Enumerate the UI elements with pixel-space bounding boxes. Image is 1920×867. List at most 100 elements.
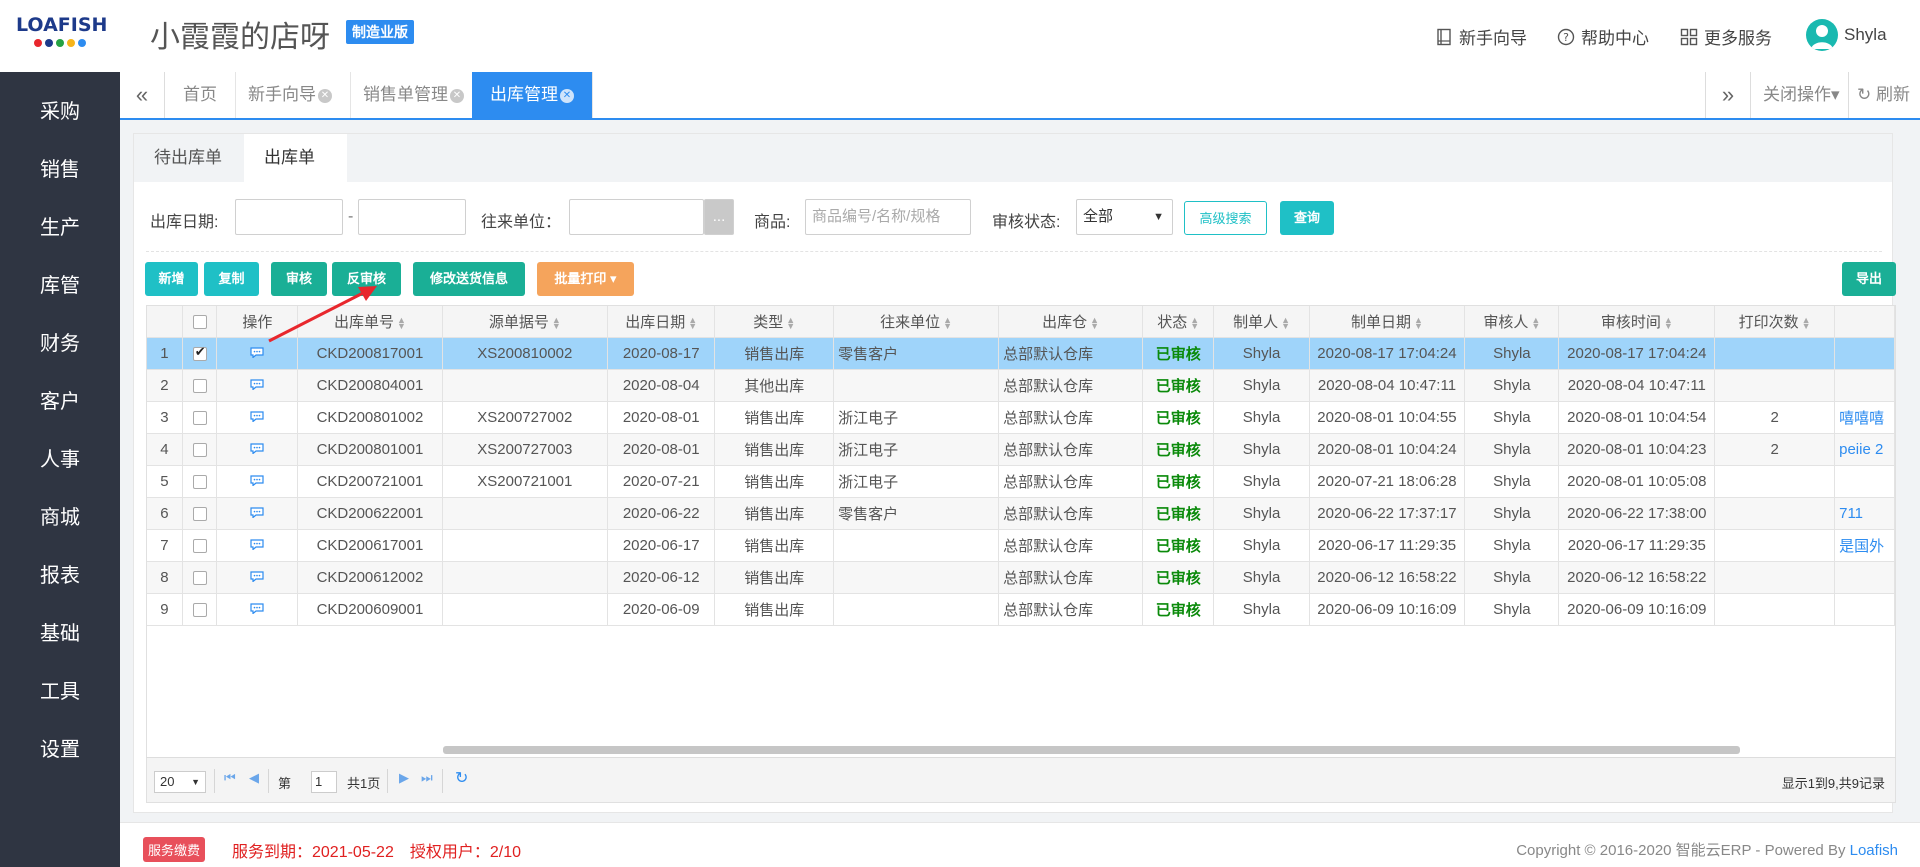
table-row[interactable]: 5 CKD200721001 XS200721001 2020-07-21 销售出库 浙江… — [147, 465, 1895, 498]
user-menu[interactable]: Shyla — [1806, 19, 1887, 51]
comment-icon[interactable] — [250, 410, 265, 422]
col-header-audit-time[interactable]: 审核时间 ▲ ▼ — [1558, 306, 1716, 338]
audit-button[interactable]: 审核 — [271, 262, 327, 296]
subtab-outbound-orders[interactable]: 出库单 — [244, 134, 347, 182]
table-row[interactable]: 4 CKD200801001 XS200727003 2020-08-01 销售出库 浙江… — [147, 433, 1895, 466]
partner-picker-button[interactable]: ... — [704, 199, 734, 235]
close-tab-icon[interactable]: ✕ — [318, 88, 332, 103]
row-checkbox[interactable] — [192, 442, 207, 457]
table-row[interactable]: 1 CKD200817001XS2008100022020-08-17销售出库零售… — [147, 337, 1895, 370]
col-header-print-count[interactable]: 打印次数 ▲ ▼ — [1714, 306, 1836, 338]
first-page-icon[interactable]: ⏮ — [224, 770, 236, 786]
comment-icon[interactable] — [250, 570, 265, 582]
unaudit-button[interactable]: 反审核 — [332, 262, 401, 296]
table-row[interactable]: 9 CKD200609001 2020-06-09 销售出库 总部默认仓库 已审核 Shyl… — [147, 593, 1895, 626]
comment-icon[interactable] — [250, 602, 265, 614]
help-link[interactable]: ? 帮助中心 — [1557, 24, 1649, 49]
next-page-icon[interactable]: ▶ — [399, 770, 409, 786]
page-tab[interactable]: 出库管理 ✕ — [472, 72, 593, 118]
row-select-cell[interactable] — [182, 401, 218, 434]
audit-status-select[interactable]: 全部 ▼ — [1076, 199, 1173, 235]
tabs-scroll-right-button[interactable]: » — [1705, 72, 1750, 118]
row-select-cell[interactable] — [182, 497, 218, 530]
row-select-cell[interactable] — [182, 465, 218, 498]
select-all-checkbox[interactable] — [192, 314, 207, 329]
sidebar-item[interactable]: 商城 — [0, 489, 120, 547]
col-header-partner[interactable]: 往来单位 ▲ ▼ — [833, 306, 1000, 338]
date-from-input[interactable] — [235, 199, 343, 235]
batch-print-dropdown[interactable]: 批量打印 ▾ — [537, 262, 634, 296]
refresh-button[interactable]: ↻ 刷新 — [1848, 72, 1920, 118]
guide-link[interactable]: 新手向导 — [1435, 24, 1527, 49]
close-tab-icon[interactable]: ✕ — [560, 88, 574, 103]
sidebar-item[interactable]: 销售 — [0, 141, 120, 199]
subtab-pending-outbound[interactable]: 待出库单 — [134, 134, 244, 182]
advanced-search-button[interactable]: 高级搜索 — [1184, 201, 1267, 235]
comment-icon[interactable] — [250, 346, 265, 358]
col-header-order-no[interactable]: 出库单号 ▲ ▼ — [297, 306, 443, 338]
col-header-warehouse[interactable]: 出库仓 ▲ ▼ — [998, 306, 1144, 338]
row-checkbox[interactable] — [192, 602, 207, 617]
reload-icon[interactable]: ↻ — [455, 768, 468, 788]
table-row[interactable]: 8 CKD200612002 2020-06-12 销售出库 总部默认仓库 已审核 Shyl… — [147, 561, 1895, 594]
add-button[interactable]: 新增 — [145, 262, 198, 296]
col-header-type[interactable]: 类型 ▲ ▼ — [714, 306, 835, 338]
page-tab[interactable]: 新手向导 ✕ — [230, 72, 351, 118]
sidebar-item[interactable]: 报表 — [0, 547, 120, 605]
col-header-auditor[interactable]: 审核人 ▲ ▼ — [1464, 306, 1560, 338]
more-services-link[interactable]: 更多服务 — [1680, 24, 1772, 49]
partner-input[interactable] — [569, 199, 704, 235]
col-header-maker[interactable]: 制单人 ▲ ▼ — [1213, 306, 1310, 338]
query-button[interactable]: 查询 — [1280, 201, 1334, 235]
close-operations-dropdown[interactable]: 关闭操作▾ — [1750, 72, 1850, 118]
goods-search-input[interactable]: 商品编号/名称/规格 — [805, 199, 971, 235]
sidebar-item[interactable]: 库管 — [0, 257, 120, 315]
date-to-input[interactable] — [358, 199, 466, 235]
row-select-cell[interactable] — [182, 369, 218, 402]
sidebar-item[interactable]: 财务 — [0, 315, 120, 373]
col-header-make-date[interactable]: 制单日期 ▲ ▼ — [1309, 306, 1466, 338]
col-header-select[interactable] — [182, 306, 218, 338]
prev-page-icon[interactable]: ◀ — [249, 770, 259, 786]
row-select-cell[interactable] — [182, 337, 218, 370]
powered-by-link[interactable]: Loafish — [1850, 842, 1898, 859]
comment-icon[interactable] — [250, 378, 265, 390]
row-checkbox[interactable] — [192, 474, 207, 489]
close-tab-icon[interactable]: ✕ — [450, 88, 464, 103]
page-tab[interactable]: 销售单管理 ✕ — [345, 72, 483, 118]
page-size-select[interactable]: 20 ▼ — [154, 771, 206, 793]
table-row[interactable]: 7 CKD200617001 2020-06-17 销售出库 总部默认仓库 已审核 Shyl… — [147, 529, 1895, 562]
sidebar-item[interactable]: 客户 — [0, 373, 120, 431]
sidebar-item[interactable]: 设置 — [0, 721, 120, 779]
horizontal-scrollbar[interactable] — [443, 746, 1740, 754]
brand-logo[interactable]: LOAFISH — [16, 14, 107, 54]
sidebar-item[interactable]: 人事 — [0, 431, 120, 489]
col-header-date[interactable]: 出库日期 ▲ ▼ — [607, 306, 716, 338]
row-checkbox[interactable] — [192, 506, 207, 521]
comment-icon[interactable] — [250, 506, 265, 518]
col-header-source-no[interactable]: 源单据号 ▲ ▼ — [442, 306, 609, 338]
tabs-scroll-left-button[interactable]: « — [120, 72, 165, 118]
table-row[interactable]: 3 CKD200801002 XS200727002 2020-08-01 销售出库 浙江… — [147, 401, 1895, 434]
last-page-icon[interactable]: ⏭ — [421, 770, 433, 786]
sidebar-item[interactable]: 基础 — [0, 605, 120, 663]
comment-icon[interactable] — [250, 442, 265, 454]
row-select-cell[interactable] — [182, 529, 218, 562]
row-checkbox[interactable] — [192, 538, 207, 553]
row-select-cell[interactable] — [182, 433, 218, 466]
col-header-status[interactable]: 状态 ▲ ▼ — [1142, 306, 1215, 338]
sidebar-item[interactable]: 生产 — [0, 199, 120, 257]
comment-icon[interactable] — [250, 474, 265, 486]
page-number-input[interactable]: 1 — [311, 771, 337, 793]
edit-delivery-info-button[interactable]: 修改送货信息 — [413, 262, 525, 296]
sidebar-item[interactable]: 工具 — [0, 663, 120, 721]
row-checkbox[interactable] — [192, 410, 207, 425]
table-row[interactable]: 6 CKD200622001 2020-06-22 销售出库 零售客户 总部默认仓库 已审核… — [147, 497, 1895, 530]
table-row[interactable]: 2 CKD200804001 2020-08-04 其他出库 总部默认仓库 已审核 Shyl… — [147, 369, 1895, 402]
row-checkbox[interactable] — [192, 378, 207, 393]
comment-icon[interactable] — [250, 538, 265, 550]
page-tab[interactable]: 首页 — [165, 72, 236, 118]
row-select-cell[interactable] — [182, 561, 218, 594]
row-checkbox[interactable] — [192, 344, 207, 361]
row-checkbox[interactable] — [192, 570, 207, 585]
